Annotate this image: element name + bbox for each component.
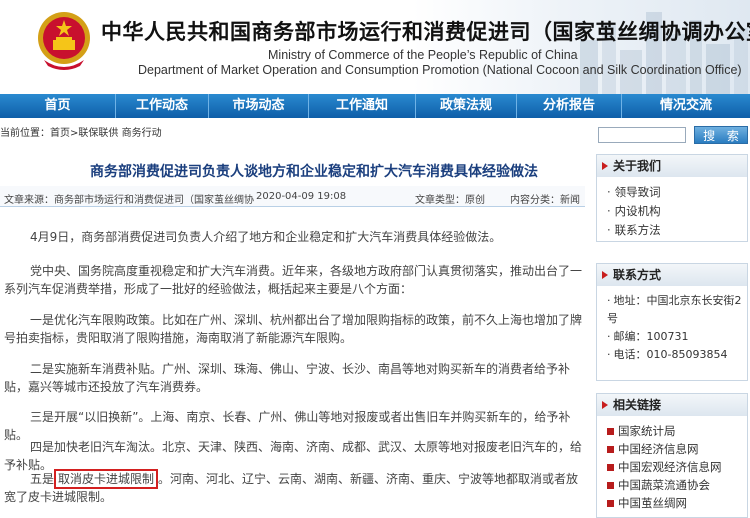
sidebar-about: 关于我们 领导致词 内设机构 联系方法 xyxy=(596,154,748,242)
contact-postcode: 邮编：100731 xyxy=(607,328,747,346)
highlighted-phrase: 取消皮卡进城限制 xyxy=(54,469,159,489)
breadcrumb-home[interactable]: 首页 xyxy=(50,128,70,139)
sidebar-item-leader-speech[interactable]: 领导致词 xyxy=(607,183,747,202)
site-title-cn: 中华人民共和国商务部市场运行和消费促进司（国家茧丝绸协调办公室） xyxy=(101,20,750,44)
main-nav: 首页 工作动态 市场动态 工作通知 政策法规 分析报告 情况交流 xyxy=(0,94,750,118)
nav-item-policies[interactable]: 政策法规 xyxy=(416,94,516,118)
article-paragraph: 二是实施新车消费补贴。广州、深圳、珠海、佛山、宁波、长沙、南昌等地对购买新车的消… xyxy=(4,362,571,394)
article-meta: 文章来源：商务部市场运行和消费促进司（国家茧丝绸协 2020-04-09 19:… xyxy=(0,186,585,207)
site-title-en-line2: Department of Market Operation and Consu… xyxy=(138,63,742,77)
nav-item-exchange[interactable]: 情况交流 xyxy=(622,94,750,118)
nav-item-home[interactable]: 首页 xyxy=(0,94,115,118)
breadcrumb: 当前位置：首页>联保联供 商务行动 xyxy=(0,128,162,139)
breadcrumb-lianbao[interactable]: 联保联供 xyxy=(78,128,118,139)
article-paragraph: 党中央、国务院高度重视稳定和扩大汽车消费。近年来，各级地方政府部门认真贯彻落实，… xyxy=(4,264,583,296)
article-type: 文章类型：原创 xyxy=(415,195,485,206)
link-vegetable-association[interactable]: 中国蔬菜流通协会 xyxy=(607,476,747,494)
sidebar-item-contact-method[interactable]: 联系方法 xyxy=(607,221,747,240)
nav-item-work-news[interactable]: 工作动态 xyxy=(116,94,208,118)
skyline-illustration xyxy=(580,12,748,94)
para5-prefix: 五是 xyxy=(30,472,55,486)
nav-item-market-news[interactable]: 市场动态 xyxy=(209,94,308,118)
nav-item-reports[interactable]: 分析报告 xyxy=(517,94,621,118)
sidebar-about-title: 关于我们 xyxy=(597,155,747,177)
contact-address: 地址：中国北京东长安街2号 xyxy=(607,292,745,328)
sidebar-links-title: 相关链接 xyxy=(597,394,747,416)
contact-phone: 电话：010-85093854 xyxy=(607,346,747,364)
article-paragraph: 一是优化汽车限购政策。比如在广州、深圳、杭州都出台了增加限购指标的政策，前不久上… xyxy=(4,313,583,345)
search-button[interactable]: 搜 索 xyxy=(694,126,748,144)
breadcrumb-action[interactable]: 商务行动 xyxy=(122,128,162,139)
article-title: 商务部消费促进司负责人谈地方和企业稳定和扩大汽车消费具体经验做法 xyxy=(90,164,538,180)
article-date: 2020-04-09 19:08 xyxy=(256,191,347,202)
article-source: 文章来源：商务部市场运行和消费促进司（国家茧丝绸协 xyxy=(4,195,254,206)
sidebar-contact-title: 联系方式 xyxy=(597,264,747,286)
article-paragraph: 4月9日，商务部消费促进司负责人介绍了地方和企业稳定和扩大汽车消费具体经验做法。 xyxy=(30,230,502,244)
search-input[interactable] xyxy=(598,127,686,143)
sidebar-item-departments[interactable]: 内设机构 xyxy=(607,202,747,221)
sidebar-contact: 联系方式 地址：中国北京东长安街2号 邮编：100731 电话：010-8509… xyxy=(596,263,748,381)
article-category: 内容分类：新闻 xyxy=(510,195,580,206)
site-title-en-line1: Ministry of Commerce of the People’s Rep… xyxy=(268,48,578,62)
breadcrumb-label: 当前位置： xyxy=(0,128,50,139)
national-emblem-icon xyxy=(38,12,90,70)
sidebar-links: 相关链接 国家统计局 中国经济信息网 中国宏观经济信息网 中国蔬菜流通协会 中国… xyxy=(596,393,748,518)
nav-item-notices[interactable]: 工作通知 xyxy=(309,94,415,118)
link-silk-network[interactable]: 中国茧丝绸网 xyxy=(607,494,747,512)
article-paragraph: 五是 取消皮卡进城限制 。河南、河北、辽宁、云南、湖南、新疆、济南、重庆、宁波等地都… xyxy=(4,469,582,506)
link-macro-economic-info[interactable]: 中国宏观经济信息网 xyxy=(607,458,747,476)
site-header: 中华人民共和国商务部市场运行和消费促进司（国家茧丝绸协调办公室） Ministr… xyxy=(0,0,750,94)
link-national-statistics[interactable]: 国家统计局 xyxy=(607,422,747,440)
link-china-economic-info[interactable]: 中国经济信息网 xyxy=(607,440,747,458)
